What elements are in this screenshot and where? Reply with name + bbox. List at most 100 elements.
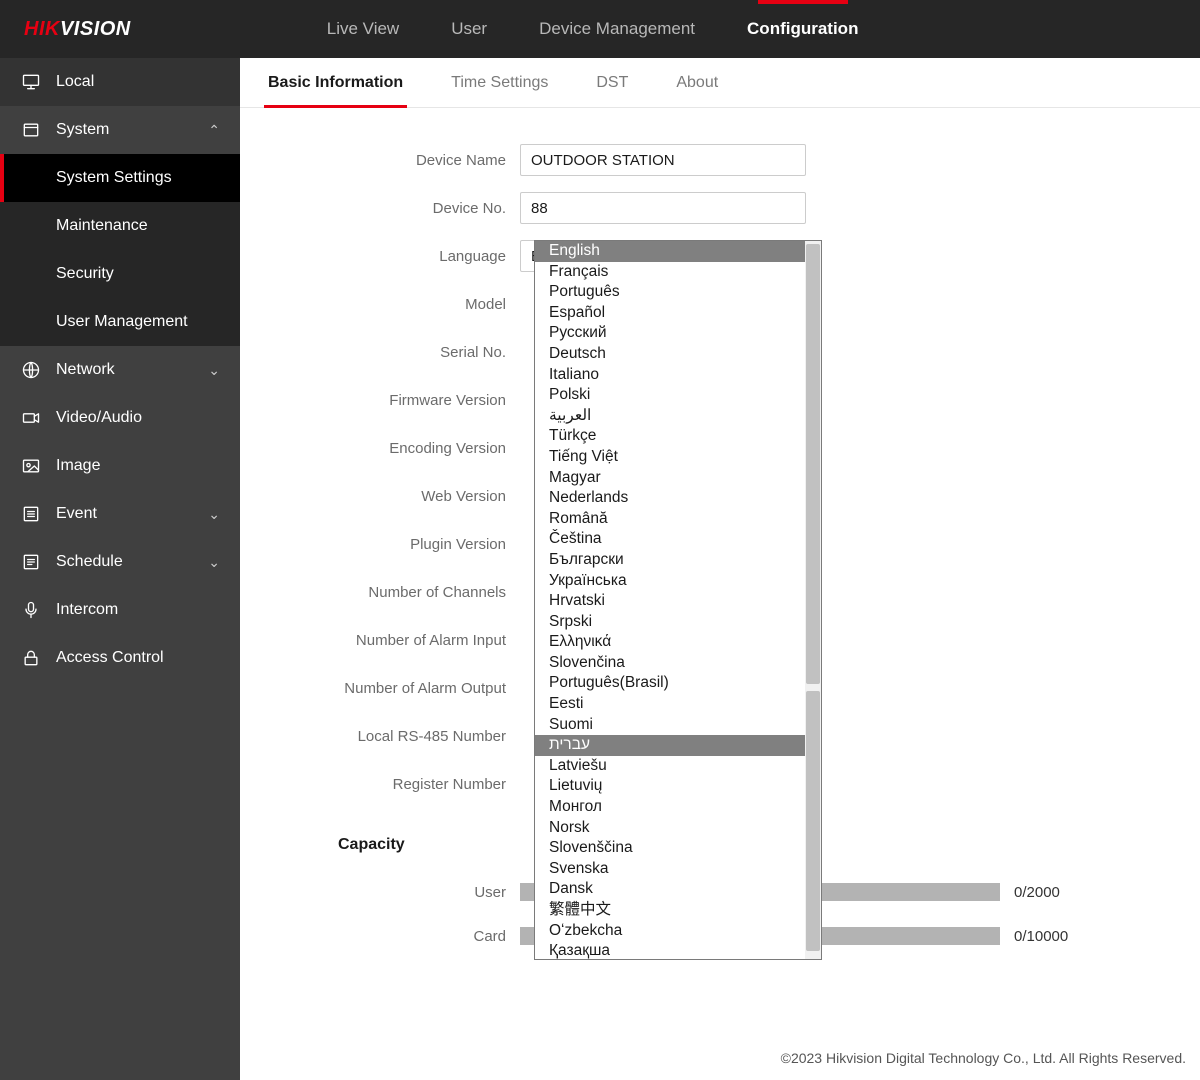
language-option[interactable]: Eesti — [535, 694, 805, 715]
language-option[interactable]: Español — [535, 303, 805, 324]
language-option[interactable]: Português — [535, 282, 805, 303]
mic-icon — [20, 600, 42, 620]
language-option[interactable]: Čeština — [535, 529, 805, 550]
device-no-label: Device No. — [280, 200, 520, 217]
info-label-register-number: Register Number — [280, 776, 520, 793]
language-option[interactable]: Svenska — [535, 859, 805, 880]
form-area: Device Name Device No. Language English … — [240, 108, 1200, 1080]
chevron-down-icon: ⌄ — [208, 362, 220, 379]
language-option[interactable]: العربية — [535, 406, 805, 427]
language-option[interactable]: Türkçe — [535, 426, 805, 447]
device-name-input[interactable] — [520, 144, 806, 176]
dropdown-scroll-thumb-lower[interactable] — [806, 691, 820, 951]
chevron-down-icon: ⌄ — [208, 506, 220, 523]
sidebar-item-label: Event — [56, 505, 97, 523]
language-option[interactable]: English — [535, 241, 805, 262]
capacity-value-card: 0/10000 — [1014, 928, 1068, 945]
tab-basic-information[interactable]: Basic Information — [268, 58, 403, 107]
tab-time-settings[interactable]: Time Settings — [451, 58, 548, 107]
calendar-icon — [20, 552, 42, 572]
language-dropdown[interactable]: EnglishFrançaisPortuguêsEspañolРусскийDe… — [534, 240, 822, 960]
globe-icon — [20, 360, 42, 380]
dropdown-scroll-thumb-upper[interactable] — [806, 244, 820, 684]
chevron-down-icon: ⌄ — [208, 554, 220, 571]
top-nav-live-view[interactable]: Live View — [301, 0, 425, 58]
box-icon — [20, 120, 42, 140]
image-icon — [20, 456, 42, 476]
language-option[interactable]: Norsk — [535, 818, 805, 839]
top-nav-device-management[interactable]: Device Management — [513, 0, 721, 58]
language-option[interactable]: Nederlands — [535, 488, 805, 509]
sidebar-item-label: Access Control — [56, 649, 164, 667]
language-option[interactable]: Italiano — [535, 365, 805, 386]
info-label-model: Model — [280, 296, 520, 313]
language-option[interactable]: Українська — [535, 571, 805, 592]
language-option[interactable]: Polski — [535, 385, 805, 406]
info-label-serial-no-: Serial No. — [280, 344, 520, 361]
sidebar-item-network[interactable]: Network ⌄ — [0, 346, 240, 394]
sidebar-item-intercom[interactable]: Intercom — [0, 586, 240, 634]
sidebar: Local System ⌃ System SettingsMaintenanceSe… — [0, 58, 240, 1080]
tabs: Basic Information Time Settings DST About — [240, 58, 1200, 108]
top-nav-user[interactable]: User — [425, 0, 513, 58]
sidebar-subitem-system-settings[interactable]: System Settings — [0, 154, 240, 202]
sidebar-item-video-audio[interactable]: Video/Audio — [0, 394, 240, 442]
sidebar-item-label: Image — [56, 457, 100, 475]
language-option[interactable]: Português(Brasil) — [535, 673, 805, 694]
sidebar-item-label: Schedule — [56, 553, 123, 571]
sidebar-subitem-maintenance[interactable]: Maintenance — [0, 202, 240, 250]
device-no-input[interactable] — [520, 192, 806, 224]
language-option[interactable]: 繁體中文 — [535, 900, 805, 921]
tab-dst[interactable]: DST — [596, 58, 628, 107]
language-option[interactable]: Latviešu — [535, 756, 805, 777]
info-label-plugin-version: Plugin Version — [280, 536, 520, 553]
sidebar-item-schedule[interactable]: Schedule ⌄ — [0, 538, 240, 586]
dropdown-scrollbar[interactable] — [805, 241, 821, 959]
sidebar-item-system[interactable]: System ⌃ — [0, 106, 240, 154]
top-nav-configuration[interactable]: Configuration — [721, 0, 884, 58]
language-option[interactable]: Қазақша — [535, 941, 805, 959]
sidebar-item-label: Network — [56, 361, 115, 379]
sidebar-item-local[interactable]: Local — [0, 58, 240, 106]
sidebar-item-event[interactable]: Event ⌄ — [0, 490, 240, 538]
info-label-number-of-alarm-output: Number of Alarm Output — [280, 680, 520, 697]
language-option[interactable]: Slovenščina — [535, 838, 805, 859]
tab-about[interactable]: About — [676, 58, 718, 107]
language-option[interactable]: Български — [535, 550, 805, 571]
sidebar-item-label: Video/Audio — [56, 409, 142, 427]
language-option[interactable]: Lietuvių — [535, 776, 805, 797]
capacity-label-user: User — [280, 884, 520, 901]
language-option[interactable]: Tiếng Việt — [535, 447, 805, 468]
language-option[interactable]: עברית — [535, 735, 805, 756]
language-option[interactable]: Dansk — [535, 879, 805, 900]
info-label-number-of-channels: Number of Channels — [280, 584, 520, 601]
logo-vision: VISION — [60, 18, 131, 41]
language-option[interactable]: Oʻzbekcha — [535, 921, 805, 942]
sidebar-item-label: Local — [56, 73, 94, 91]
footer-copyright: ©2023 Hikvision Digital Technology Co., … — [781, 1050, 1186, 1066]
language-option[interactable]: Монгол — [535, 797, 805, 818]
language-option[interactable]: Srpski — [535, 612, 805, 633]
language-option[interactable]: Ελληνικά — [535, 632, 805, 653]
sidebar-item-image[interactable]: Image — [0, 442, 240, 490]
sidebar-subitem-user-management[interactable]: User Management — [0, 298, 240, 346]
sidebar-subitem-security[interactable]: Security — [0, 250, 240, 298]
language-option[interactable]: Français — [535, 262, 805, 283]
info-label-encoding-version: Encoding Version — [280, 440, 520, 457]
logo: HIK VISION — [24, 18, 131, 41]
sidebar-item-label: System — [56, 121, 109, 139]
language-option[interactable]: Русский — [535, 323, 805, 344]
lock-icon — [20, 648, 42, 668]
capacity-value-user: 0/2000 — [1014, 884, 1060, 901]
sidebar-item-access-control[interactable]: Access Control — [0, 634, 240, 682]
language-option[interactable]: Suomi — [535, 715, 805, 736]
language-option[interactable]: Hrvatski — [535, 591, 805, 612]
top-nav: Live ViewUserDevice ManagementConfigurat… — [301, 0, 885, 58]
content: Basic Information Time Settings DST About D… — [240, 58, 1200, 1080]
language-option[interactable]: Deutsch — [535, 344, 805, 365]
language-option[interactable]: Română — [535, 509, 805, 530]
header: HIK VISION Live ViewUserDevice Managemen… — [0, 0, 1200, 58]
language-option[interactable]: Magyar — [535, 468, 805, 489]
language-option[interactable]: Slovenčina — [535, 653, 805, 674]
chevron-up-icon: ⌃ — [208, 122, 220, 139]
